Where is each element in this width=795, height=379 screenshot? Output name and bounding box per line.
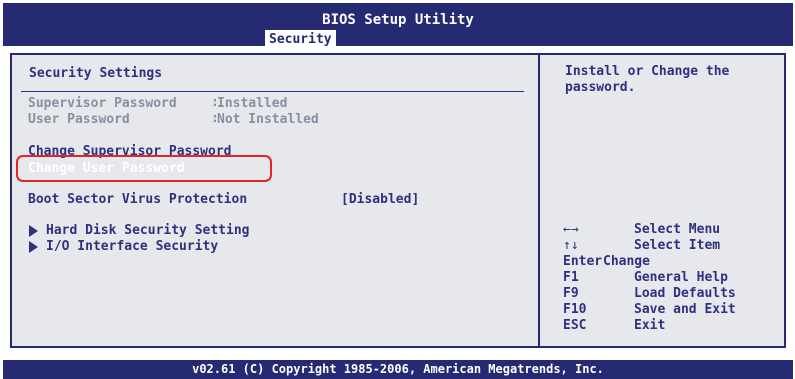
user-password-label: User Password bbox=[28, 112, 130, 127]
key-f1: F1 bbox=[563, 270, 579, 285]
key-action-save-and-exit: Save and Exit bbox=[634, 302, 736, 317]
help-text: Install or Change the password. bbox=[565, 64, 730, 95]
key-f10: F10 bbox=[563, 302, 587, 317]
section-divider bbox=[21, 91, 524, 92]
submenu-hard-disk-security[interactable]: Hard Disk Security Setting bbox=[46, 223, 250, 238]
up-down-arrows-icon: ↑↓ bbox=[563, 238, 579, 253]
app-title: BIOS Setup Utility bbox=[322, 12, 474, 28]
title-bar: BIOS Setup Utility Security bbox=[3, 3, 793, 49]
key-esc: ESC bbox=[563, 318, 587, 333]
key-action-general-help: General Help bbox=[634, 270, 728, 285]
key-enter: Enter bbox=[563, 254, 603, 269]
selection-highlight bbox=[16, 155, 272, 182]
left-right-arrows-icon: ←→ bbox=[563, 222, 579, 237]
boot-sector-virus-protection-label[interactable]: Boot Sector Virus Protection bbox=[28, 192, 247, 207]
key-f9: F9 bbox=[563, 286, 579, 301]
submenu-arrow-icon bbox=[29, 241, 38, 253]
boot-sector-virus-protection-value[interactable]: [Disabled] bbox=[341, 192, 419, 207]
key-action-select-menu: Select Menu bbox=[634, 222, 721, 237]
key-action-change: Change bbox=[603, 254, 650, 269]
panel-divider bbox=[538, 53, 540, 348]
submenu-io-interface-security[interactable]: I/O Interface Security bbox=[46, 239, 218, 254]
key-action-exit: Exit bbox=[634, 318, 666, 333]
section-title: Security Settings bbox=[29, 66, 163, 81]
submenu-arrow-icon bbox=[29, 225, 38, 237]
supervisor-password-status: Installed bbox=[217, 96, 288, 111]
supervisor-password-label: Supervisor Password bbox=[28, 96, 177, 111]
key-action-load-defaults: Load Defaults bbox=[634, 286, 736, 301]
key-action-select-item: Select Item bbox=[634, 238, 721, 253]
user-password-status: Not Installed bbox=[217, 112, 319, 127]
copyright-footer: v02.61 (C) Copyright 1985-2006, American… bbox=[3, 360, 793, 379]
